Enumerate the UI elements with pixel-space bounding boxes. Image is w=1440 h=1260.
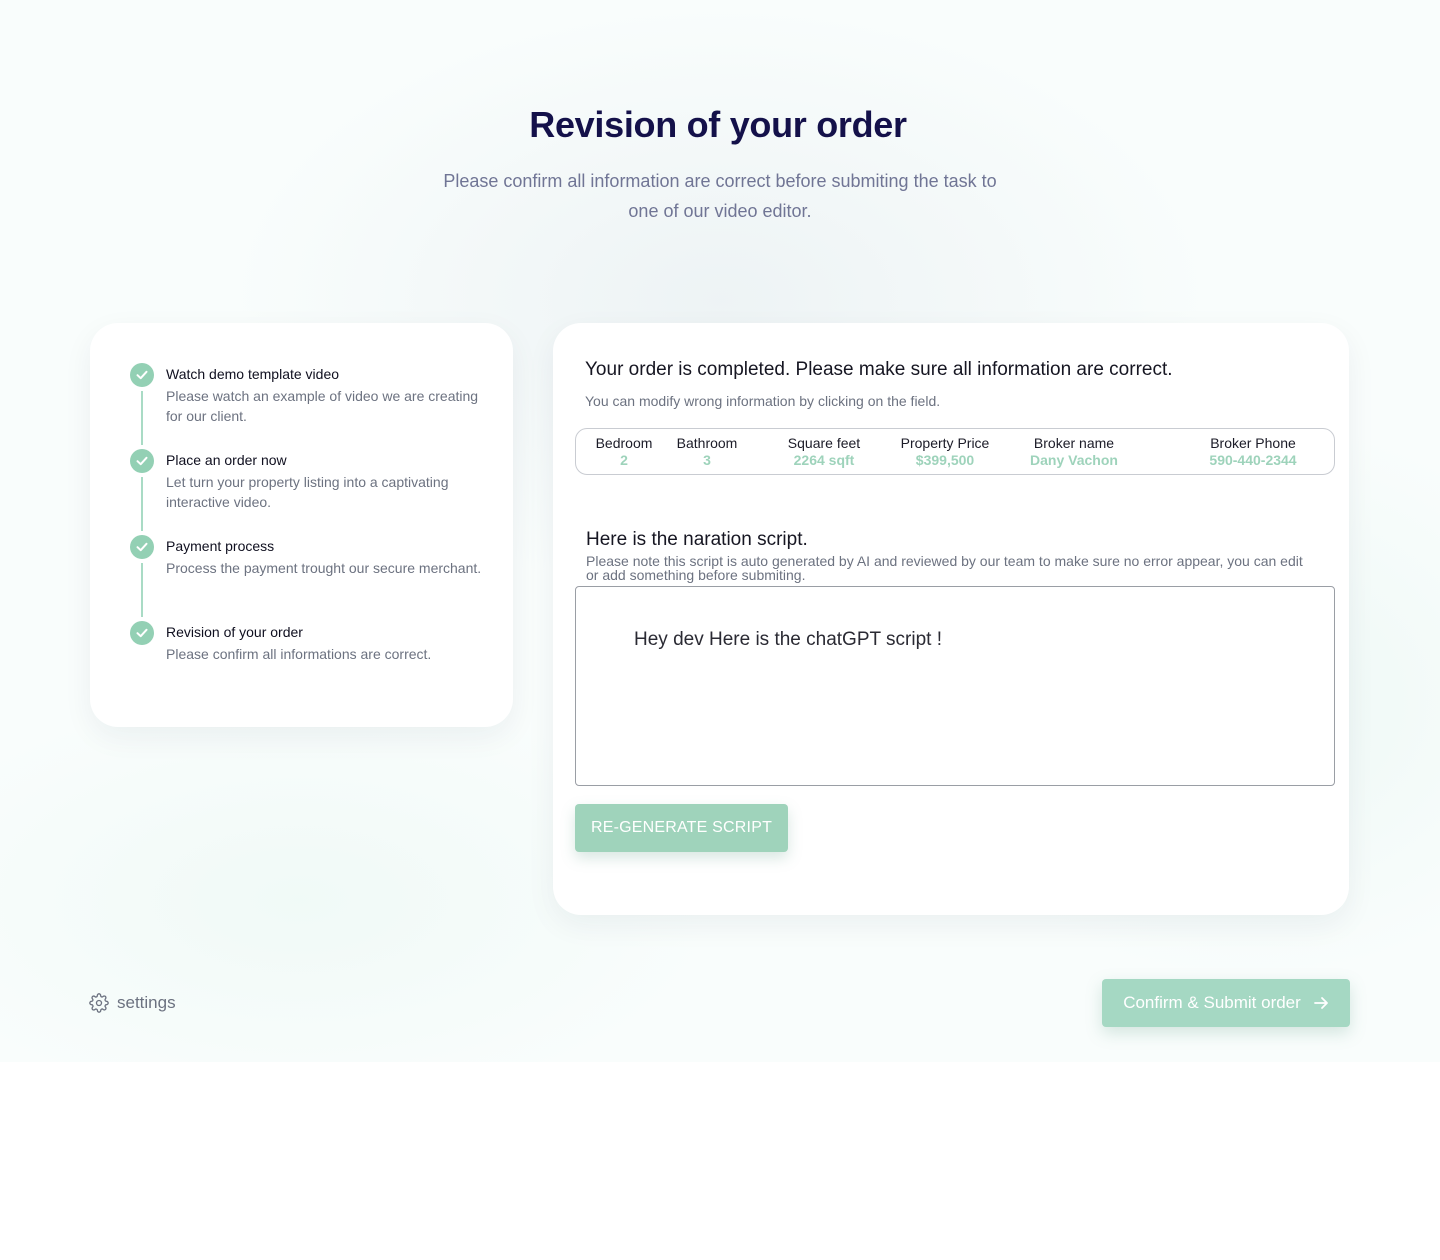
step-title: Watch demo template video (166, 366, 340, 382)
detail-value: 3 (703, 452, 711, 468)
check-icon (130, 621, 154, 645)
detail-broker-name[interactable]: Broker name Dany Vachon (1022, 434, 1126, 468)
order-review-card: Your order is completed. Please make sur… (553, 323, 1349, 915)
script-content[interactable]: Hey dev Here is the chatGPT script ! (634, 629, 942, 651)
confirm-submit-button[interactable]: Confirm & Submit order (1102, 979, 1350, 1027)
step-connector (141, 563, 143, 617)
check-icon (130, 535, 154, 559)
detail-square-feet[interactable]: Square feet 2264 sqft (782, 434, 866, 468)
step-title: Place an order now (166, 452, 287, 468)
step-description: Let turn your property listing into a ca… (166, 474, 449, 510)
detail-value: 2 (620, 452, 628, 468)
step-description: Please watch an example of video we are … (166, 388, 479, 424)
detail-label: Bathroom (676, 435, 738, 451)
gear-icon (89, 993, 109, 1013)
step-title: Payment process (166, 538, 275, 554)
step-connector (141, 391, 143, 445)
settings-label: settings (117, 993, 176, 1012)
step-description: Please confirm all informations are corr… (166, 646, 432, 662)
page-subtitle: Please confirm all information are corre… (443, 171, 997, 221)
progress-steps-card: Watch demo template video Please watch a… (90, 323, 513, 727)
detail-label: Property Price (900, 435, 990, 451)
settings-link[interactable]: settings (89, 992, 176, 1014)
check-icon (130, 449, 154, 473)
detail-value: 2264 sqft (793, 452, 855, 468)
arrow-right-icon (1313, 995, 1329, 1011)
script-note: Please note this script is auto generate… (586, 553, 1303, 583)
detail-label: Broker name (1033, 435, 1115, 451)
check-icon (130, 363, 154, 387)
detail-label: Broker Phone (1210, 435, 1296, 451)
detail-value: $399,500 (915, 452, 975, 468)
page-header: Revision of your order Please confirm al… (0, 104, 1440, 226)
script-textarea[interactable]: Hey dev Here is the chatGPT script ! (575, 586, 1335, 786)
detail-label: Bedroom (595, 435, 653, 451)
detail-bedroom[interactable]: Bedroom 2 (590, 434, 658, 468)
detail-label: Square feet (787, 435, 861, 451)
order-subtitle: You can modify wrong information by clic… (585, 393, 941, 409)
step-connector (141, 477, 143, 531)
script-title: Here is the naration script. (586, 529, 808, 550)
detail-property-price[interactable]: Property Price $399,500 (894, 434, 996, 468)
detail-broker-phone[interactable]: Broker Phone 590-440-2344 (1196, 434, 1310, 468)
submit-label: Confirm & Submit order (1123, 993, 1301, 1012)
detail-value: Dany Vachon (1030, 452, 1118, 468)
property-details-box: Bedroom 2 Bathroom 3 Square feet 2264 sq… (575, 428, 1335, 475)
order-title: Your order is completed. Please make sur… (585, 359, 1173, 380)
page-title: Revision of your order (529, 104, 907, 145)
detail-bathroom[interactable]: Bathroom 3 (672, 434, 742, 468)
detail-value: 590-440-2344 (1209, 452, 1297, 468)
step-title: Revision of your order (166, 624, 303, 640)
regenerate-script-button[interactable]: RE-GENERATE SCRIPT (575, 804, 788, 852)
step-description: Process the payment trought our secure m… (166, 560, 482, 576)
